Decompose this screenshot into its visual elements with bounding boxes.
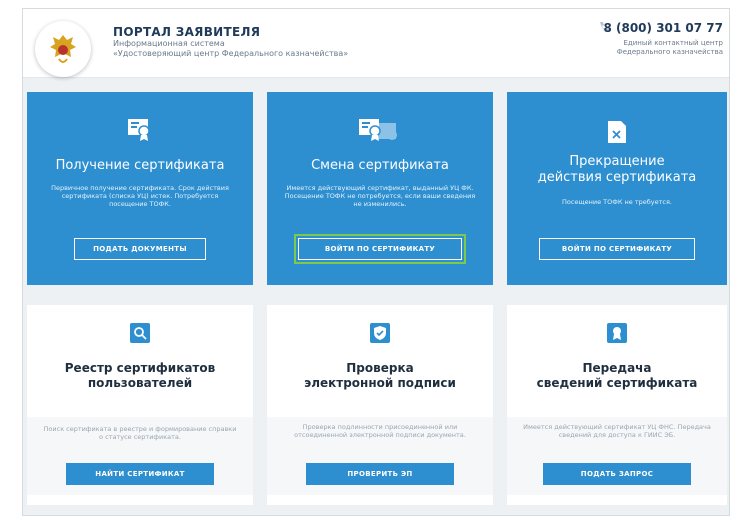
login-by-certificate-button[interactable]: ВОЙТИ ПО СЕРТИФИКАТУ bbox=[294, 234, 466, 264]
card-description: Посещение ТОФК не требуется. bbox=[562, 198, 672, 206]
verify-signature-button[interactable]: ПРОВЕРИТЬ ЭП bbox=[306, 463, 454, 485]
card-certificate-registry: Реестр сертификатов пользователей Поиск … bbox=[27, 305, 253, 505]
contact-caption: Единый контактный центр Федерального каз… bbox=[573, 39, 723, 57]
card-signature-check: Проверка электронной подписи Проверка по… bbox=[267, 305, 493, 505]
card-title-line2: пользователей bbox=[87, 376, 193, 390]
card-title-line2: сведений сертификата bbox=[536, 376, 698, 390]
card-title: Смена сертификата bbox=[311, 158, 449, 173]
card-description: Имеется действующий сертификат, выданный… bbox=[284, 184, 476, 208]
card-title-line1: Реестр сертификатов bbox=[64, 361, 216, 375]
portal-subtitle-line2: «Удостоверяющий центр Федерального казна… bbox=[113, 49, 349, 58]
card-change-certificate: Смена сертификата Имеется действующий се… bbox=[267, 92, 493, 285]
card-title-line2: электронной подписи bbox=[304, 376, 456, 390]
card-certificate-transfer: Передача сведений сертификата Имеется де… bbox=[507, 305, 727, 505]
card-description: Проверка подлинности присоединенной или … bbox=[294, 423, 466, 439]
card-title: Проверка электронной подписи bbox=[271, 361, 489, 391]
signature-check-icon bbox=[370, 323, 390, 343]
contact-caption-line1: Единый контактный центр bbox=[623, 39, 724, 47]
submit-request-button[interactable]: ПОДАТЬ ЗАПРОС bbox=[543, 463, 691, 485]
card-title-line1: Прекращение bbox=[569, 154, 665, 169]
certificate-transfer-icon bbox=[607, 323, 627, 343]
card-title-line1: Проверка bbox=[346, 361, 414, 375]
card-description: Имеется действующий сертификат УЦ ФНС. П… bbox=[523, 423, 711, 439]
contact-phone[interactable]: 8 (800) 301 07 77 bbox=[603, 21, 723, 35]
certificate-revoke-icon bbox=[608, 121, 626, 143]
card-band: Проверка подлинности присоединенной или … bbox=[267, 417, 493, 495]
card-title: Реестр сертификатов пользователей bbox=[31, 361, 249, 391]
card-title-line1: Передача bbox=[582, 361, 652, 375]
treasury-emblem-logo[interactable] bbox=[35, 21, 91, 77]
contact-caption-line2: Федерального казначейства bbox=[616, 48, 723, 56]
registry-search-icon bbox=[130, 323, 150, 343]
card-title: Передача сведений сертификата bbox=[511, 361, 723, 391]
card-get-certificate: Получение сертификата Первичное получени… bbox=[27, 92, 253, 285]
card-title-line2: действия сертификата bbox=[537, 170, 697, 185]
find-certificate-button[interactable]: НАЙТИ СЕРТИФИКАТ bbox=[66, 463, 214, 485]
portal-subtitle-line1: Информационная система bbox=[113, 39, 225, 48]
card-revoke-certificate: Прекращение действия сертификата Посещен… bbox=[507, 92, 727, 285]
card-band: Имеется действующий сертификат УЦ ФНС. П… bbox=[507, 417, 727, 495]
card-description: Поиск сертификата в реестре и формирован… bbox=[43, 425, 237, 441]
certificate-replace-icon bbox=[359, 119, 397, 141]
card-description: Первичное получение сертификата. Срок де… bbox=[51, 184, 229, 208]
portal-subtitle: Информационная система «Удостоверяющий ц… bbox=[113, 39, 348, 59]
certificate-icon bbox=[128, 119, 150, 141]
submit-documents-button[interactable]: ПОДАТЬ ДОКУМЕНТЫ bbox=[74, 238, 206, 260]
portal-frame: ПОРТАЛ ЗАЯВИТЕЛЯ Информационная система … bbox=[22, 8, 730, 516]
card-title: Прекращение действия сертификата bbox=[511, 154, 723, 186]
header: ПОРТАЛ ЗАЯВИТЕЛЯ Информационная система … bbox=[23, 9, 729, 78]
card-band: Поиск сертификата в реестре и формирован… bbox=[27, 417, 253, 495]
login-by-certificate-revoke-button[interactable]: ВОЙТИ ПО СЕРТИФИКАТУ bbox=[539, 238, 695, 260]
card-title: Получение сертификата bbox=[55, 158, 225, 173]
portal-title: ПОРТАЛ ЗАЯВИТЕЛЯ bbox=[113, 25, 261, 39]
